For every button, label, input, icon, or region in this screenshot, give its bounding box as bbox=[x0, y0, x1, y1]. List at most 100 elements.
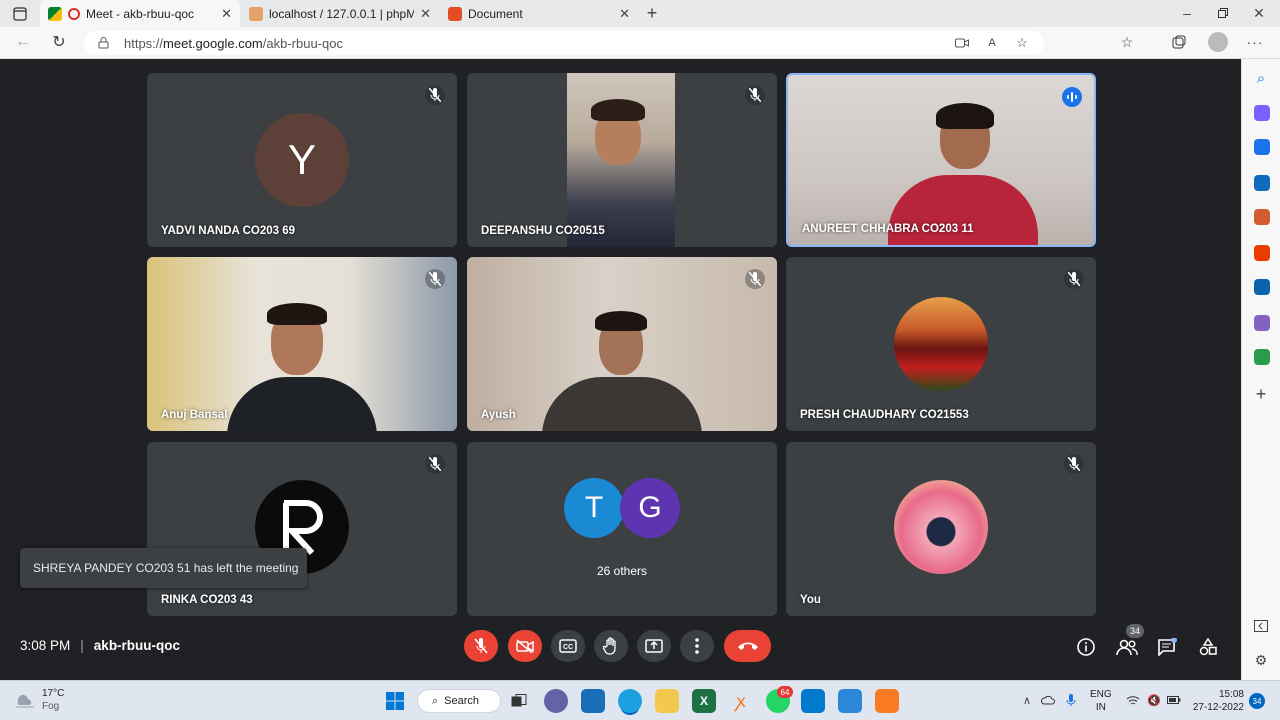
read-aloud-icon[interactable]: A bbox=[984, 36, 1000, 50]
others-avatar: G bbox=[620, 478, 680, 538]
mic-off-icon bbox=[1064, 269, 1084, 289]
microphone-icon[interactable] bbox=[1064, 693, 1078, 707]
taskbar-search[interactable]: ⌕ Search bbox=[417, 689, 501, 713]
favorites-icon[interactable]: ☆ bbox=[1118, 33, 1136, 51]
vscode-icon[interactable] bbox=[801, 689, 825, 713]
activities-icon[interactable] bbox=[1198, 637, 1218, 657]
participant-tile: RINKA CO203 43 bbox=[147, 442, 457, 616]
camera-in-use-icon[interactable] bbox=[954, 36, 970, 50]
tab-title: Document bbox=[468, 6, 523, 21]
file-explorer-icon[interactable] bbox=[655, 689, 679, 713]
phpmyadmin-favicon-icon bbox=[249, 6, 263, 21]
language-indicator[interactable]: ENG IN bbox=[1090, 688, 1112, 714]
volume-muted-icon[interactable]: 🔇 bbox=[1146, 693, 1162, 707]
photo-app-icon[interactable] bbox=[838, 689, 862, 713]
tab-title: Meet - akb-rbuu-qoc bbox=[86, 6, 195, 21]
drop-icon[interactable] bbox=[1254, 349, 1270, 365]
office-icon[interactable] bbox=[1254, 245, 1270, 261]
back-icon[interactable]: ← bbox=[14, 33, 32, 51]
close-tab-icon[interactable]: ✕ bbox=[420, 6, 431, 22]
tools-icon[interactable] bbox=[1254, 175, 1270, 191]
mic-off-icon bbox=[745, 85, 765, 105]
teams-chat-icon[interactable] bbox=[544, 689, 568, 713]
search-icon[interactable]: ⌕ bbox=[1252, 69, 1270, 87]
refresh-icon[interactable]: ↻ bbox=[50, 33, 68, 51]
more-menu-icon[interactable]: ··· bbox=[1246, 33, 1264, 51]
raise-hand-button[interactable] bbox=[594, 630, 628, 662]
designer-icon[interactable] bbox=[1254, 315, 1270, 331]
tab-title: localhost / 127.0.0.1 | phpMyAdm bbox=[269, 6, 415, 21]
people-icon[interactable] bbox=[1116, 637, 1138, 657]
search-label: Search bbox=[444, 695, 480, 707]
lang-bottom: IN bbox=[1095, 702, 1106, 713]
avatar-initial: T bbox=[584, 491, 604, 524]
close-window-icon[interactable]: ✕ bbox=[1250, 4, 1268, 22]
tab-phpmyadmin[interactable]: localhost / 127.0.0.1 | phpMyAdm ✕ bbox=[241, 0, 439, 27]
participant-video bbox=[788, 75, 1094, 245]
mic-toggle-button[interactable] bbox=[464, 630, 498, 662]
excel-icon[interactable]: X bbox=[692, 689, 716, 713]
meet-favicon-icon bbox=[48, 6, 62, 21]
xampp-icon[interactable]: ꭗ bbox=[729, 689, 753, 713]
profile-avatar[interactable] bbox=[1208, 32, 1228, 52]
participant-name: RINKA CO203 43 bbox=[161, 594, 253, 606]
edge-icon[interactable] bbox=[618, 689, 642, 713]
shopping-icon[interactable] bbox=[1254, 139, 1270, 155]
tab-document[interactable]: Document ✕ bbox=[440, 0, 638, 27]
recording-icon bbox=[68, 7, 80, 20]
more-options-button[interactable] bbox=[680, 630, 714, 662]
collections-icon[interactable] bbox=[1170, 33, 1188, 51]
search-icon: ⌕ bbox=[432, 694, 439, 707]
speaking-indicator-icon bbox=[1062, 87, 1082, 107]
present-icon bbox=[645, 639, 663, 653]
leave-call-button[interactable] bbox=[724, 630, 771, 662]
notification-count-badge[interactable]: 34 bbox=[1249, 693, 1265, 709]
participant-name: DEEPANSHU CO20515 bbox=[481, 225, 605, 237]
minimize-icon[interactable]: – bbox=[1178, 4, 1196, 22]
hide-sidebar-icon[interactable] bbox=[1252, 617, 1270, 635]
url-field[interactable]: https://meet.google.com/akb-rbuu-qoc A ☆ bbox=[84, 31, 1044, 55]
xampp-control-icon[interactable] bbox=[875, 689, 899, 713]
clock[interactable]: 15:08 27-12-2022 bbox=[1190, 688, 1244, 714]
add-favorite-icon[interactable]: ☆ bbox=[1014, 35, 1030, 50]
wifi-icon[interactable] bbox=[1125, 693, 1141, 707]
weather-widget[interactable]: 17°C Fog bbox=[14, 687, 64, 713]
games-icon[interactable] bbox=[1254, 209, 1270, 225]
participant-avatar: Y bbox=[255, 113, 349, 207]
browser-tab-bar: Meet - akb-rbuu-qoc ✕ localhost / 127.0.… bbox=[0, 0, 1280, 27]
lock-icon[interactable] bbox=[96, 36, 110, 50]
participant-tile: Y YADVI NANDA CO203 69 bbox=[147, 73, 457, 247]
url-host: meet.google.com bbox=[163, 35, 263, 51]
meeting-info-icon[interactable] bbox=[1076, 637, 1096, 657]
present-screen-button[interactable] bbox=[637, 630, 671, 662]
start-button[interactable] bbox=[383, 689, 407, 713]
sidebar-settings-icon[interactable]: ⚙ bbox=[1252, 651, 1270, 669]
avatar-initial: Y bbox=[287, 136, 316, 183]
url-path: /akb-rbuu-qoc bbox=[262, 35, 343, 51]
clock-time: 15:08 bbox=[1218, 689, 1244, 700]
new-tab-icon[interactable]: + bbox=[643, 3, 661, 23]
participant-name: ANUREET CHHABRA CO203 11 bbox=[802, 223, 974, 235]
meet-stage: Y YADVI NANDA CO203 69 DEEPANSHU CO20515… bbox=[0, 59, 1241, 680]
others-tile[interactable]: T G 26 others bbox=[467, 442, 777, 616]
captions-button[interactable]: CC bbox=[551, 630, 585, 662]
show-hidden-icons-icon[interactable]: ∧ bbox=[1020, 693, 1034, 707]
task-view-icon[interactable] bbox=[507, 689, 531, 713]
discover-icon[interactable] bbox=[1254, 105, 1270, 121]
edge-sidebar: ⌕ + ⚙ bbox=[1241, 59, 1280, 680]
avatar-initial: G bbox=[638, 491, 662, 524]
battery-icon[interactable] bbox=[1166, 693, 1182, 707]
camera-toggle-button[interactable] bbox=[508, 630, 542, 662]
add-sidebar-app-icon[interactable]: + bbox=[1252, 384, 1270, 404]
chat-icon[interactable] bbox=[1157, 637, 1177, 657]
onedrive-icon[interactable] bbox=[1040, 693, 1056, 707]
tab-meet[interactable]: Meet - akb-rbuu-qoc ✕ bbox=[40, 0, 240, 27]
outlook-icon[interactable] bbox=[1254, 279, 1270, 295]
close-tab-icon[interactable]: ✕ bbox=[221, 6, 232, 22]
participant-tile: Anuj Bansal bbox=[147, 257, 457, 431]
tab-actions-icon[interactable] bbox=[12, 6, 28, 22]
camera-off-icon bbox=[516, 639, 534, 653]
close-tab-icon[interactable]: ✕ bbox=[619, 6, 630, 22]
restore-icon[interactable] bbox=[1214, 4, 1232, 22]
store-icon[interactable] bbox=[581, 689, 605, 713]
